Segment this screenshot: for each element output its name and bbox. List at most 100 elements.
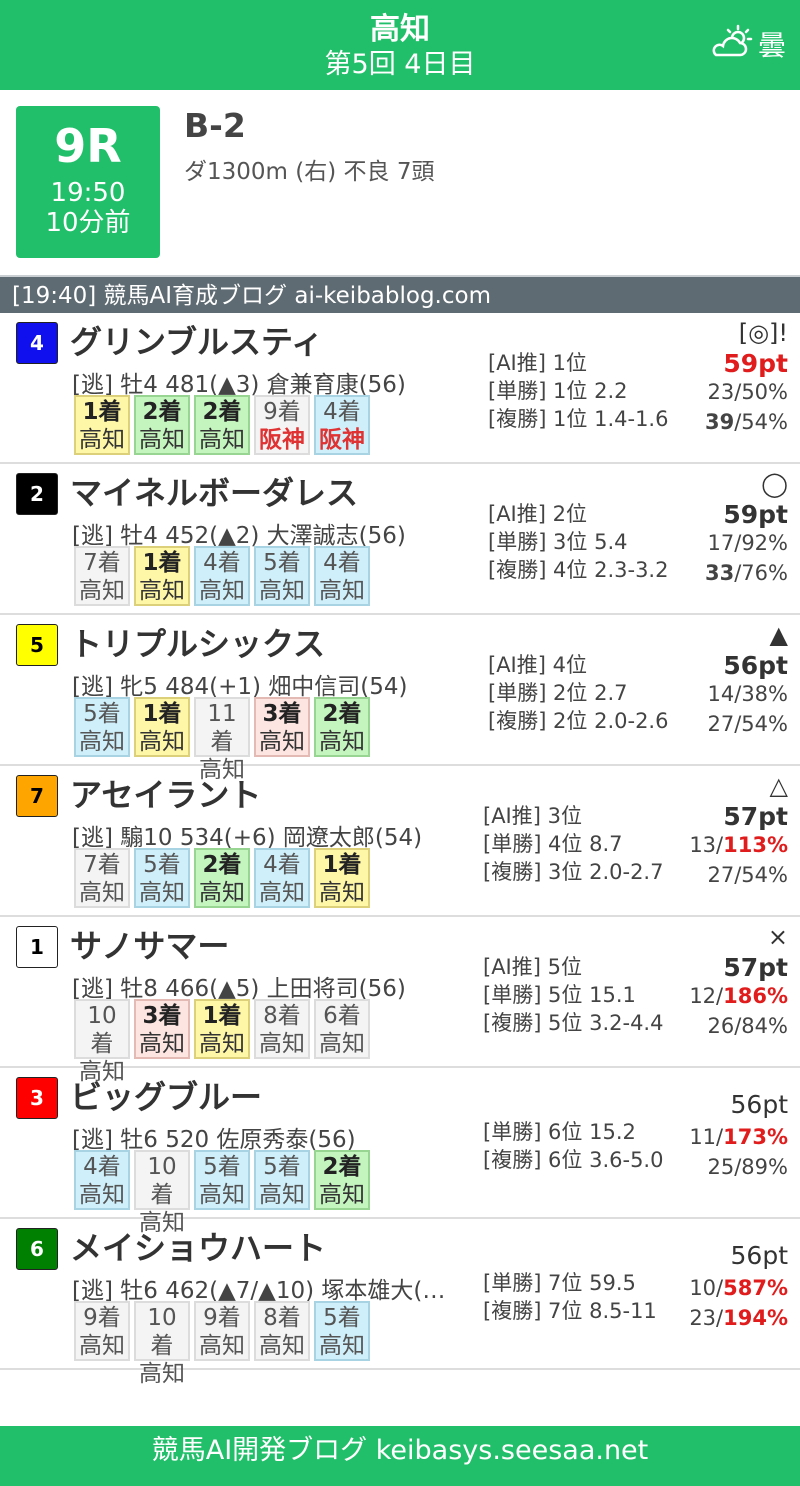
horse-name[interactable]: グリンブルスティ: [70, 317, 323, 363]
entry-row[interactable]: 3 ビッグブルー [逃] 牡6 520 佐原秀泰(56) 4着 高知 10着 高知 5着 高知 5…: [0, 1068, 800, 1236]
hit-count: 14/: [707, 682, 742, 706]
result-place: 4着: [323, 399, 361, 425]
horse-info: [逃] 牡4 481(▲3) 倉兼育康(56): [72, 372, 406, 398]
place-odds: [複勝] 6位 3.6-5.0: [483, 1148, 664, 1172]
horse-name[interactable]: マイネルボーダレス: [70, 468, 358, 514]
past-result: 1着 高知: [314, 848, 370, 908]
horse-name[interactable]: サノサマー: [70, 921, 229, 967]
hit-rate: 23/50%: [708, 380, 788, 404]
past-result: 1着 高知: [134, 697, 190, 757]
hit-rate: 17/92%: [708, 531, 788, 555]
ai-points: 57pt: [723, 953, 788, 982]
prediction-mark: ▲: [769, 621, 788, 649]
result-place: 4着: [83, 1154, 121, 1180]
result-place: 8着: [263, 1003, 301, 1029]
result-course: 高知: [139, 427, 185, 453]
place-return: 194%: [723, 1306, 788, 1330]
past-results: 5着 高知 1着 高知 11着 高知 3着 高知 2着 高知: [74, 697, 370, 783]
entry-row[interactable]: 1 サノサマー [逃] 牡8 466(▲5) 上田将司(56) 10着 高知 3着 高知 1着…: [0, 917, 800, 1085]
result-place: 3着: [262, 701, 302, 727]
hit-count: 10/: [689, 1276, 724, 1300]
place-return: /54%: [734, 410, 788, 434]
result-place: 11着: [207, 701, 237, 755]
waku-number: 6: [16, 1228, 58, 1270]
partly-cloudy-icon: [708, 24, 754, 64]
entry-row[interactable]: 5 トリプルシックス [逃] 牝5 484(+1) 畑中信司(54) 5着 高知 1着 高知…: [0, 615, 800, 783]
past-result: 3着 高知: [134, 999, 190, 1059]
result-place: 10着: [147, 1305, 177, 1359]
entry-row[interactable]: 4 グリンブルスティ [逃] 牡4 481(▲3) 倉兼育康(56) 1着 高知 2着 高知…: [0, 313, 800, 464]
horse-info: [逃] 牡6 520 佐原秀泰(56): [72, 1127, 356, 1153]
past-result: 2着 高知: [134, 395, 190, 455]
hit-rate: 13/113%: [689, 833, 788, 857]
horse-name[interactable]: ビッグブルー: [70, 1072, 262, 1118]
place-count: 27: [707, 712, 735, 736]
waku-number: 2: [16, 473, 58, 515]
horse-info: [逃] 騸10 534(+6) 岡遼太郎(54): [72, 825, 423, 851]
past-result: 7着 高知: [74, 848, 130, 908]
result-place: 5着: [203, 1154, 241, 1180]
horse-info: [逃] 牝5 484(+1) 畑中信司(54): [72, 674, 408, 700]
ai-points: 59pt: [723, 349, 788, 378]
result-place: 5着: [323, 1305, 361, 1331]
ai-points: 57pt: [723, 802, 788, 831]
app-header: 高知 第5回 4日目 曇: [0, 0, 800, 90]
past-result: 4着 高知: [314, 546, 370, 606]
horse-name[interactable]: メイショウハート: [70, 1223, 326, 1269]
hit-count: 11/: [689, 1125, 724, 1149]
entry-row[interactable]: 2 マイネルボーダレス [逃] 牡4 452(▲2) 大澤誠志(56) 7着 高知 1着高…: [0, 464, 800, 615]
prediction-mark: [◎]!: [738, 319, 788, 347]
place-count: 27: [707, 863, 735, 887]
result-course: 高知: [199, 880, 245, 906]
result-place: 5着: [263, 1154, 301, 1180]
result-course: 高知: [319, 1182, 365, 1208]
result-place: 9着: [263, 399, 301, 425]
place-return: /84%: [734, 1014, 788, 1038]
past-result: 6着 高知: [314, 999, 370, 1059]
result-place: 9着: [83, 1305, 121, 1331]
past-result: 11着 高知: [194, 697, 250, 783]
ai-rank: [AI推] 4位: [488, 653, 587, 677]
source-banner[interactable]: [19:40] 競馬AI育成ブログ ai-keibablog.com: [0, 275, 800, 313]
past-result: 10着 高知: [134, 1301, 190, 1387]
place-return: /54%: [734, 712, 788, 736]
result-place: 4着: [203, 550, 241, 576]
result-course: 高知: [259, 1333, 305, 1359]
past-result: 1着 高知: [74, 395, 130, 455]
result-course: 高知: [79, 729, 125, 755]
entry-row[interactable]: 6 メイショウハート [逃] 牡6 462(▲7/▲10) 塚本雄大(56) 9着 高知…: [0, 1219, 800, 1387]
footer-link[interactable]: 競馬AI開発ブログ keibasys.seesaa.net: [0, 1426, 800, 1486]
horse-name[interactable]: アセイラント: [70, 770, 261, 816]
horse-name[interactable]: トリプルシックス: [70, 619, 325, 665]
past-result: 7着 高知: [74, 546, 130, 606]
odds-block: [単勝] 7位 59.5 [複勝] 7位 8.5-11: [483, 1269, 657, 1325]
result-course: 高知: [79, 880, 125, 906]
ai-rank: [AI推] 1位: [488, 351, 587, 375]
prediction-mark: ◯: [761, 470, 788, 498]
win-odds: [単勝] 4位 8.7: [483, 832, 623, 856]
race-class: B-2: [184, 106, 246, 145]
return-rate: 173%: [723, 1125, 788, 1149]
result-course: 高知: [139, 1361, 185, 1387]
hit-rate: 11/173%: [689, 1125, 788, 1149]
result-place: 1着: [322, 852, 362, 878]
return-rate: 92%: [741, 531, 788, 555]
past-results: 4着 高知 10着 高知 5着 高知 5着 高知 2着 高知: [74, 1150, 370, 1236]
result-place: 1着: [202, 1003, 242, 1029]
result-place: 6着: [323, 1003, 361, 1029]
place-odds: [複勝] 2位 2.0-2.6: [488, 709, 669, 733]
win-odds: [単勝] 5位 15.1: [483, 983, 636, 1007]
result-place: 5着: [143, 852, 181, 878]
entry-row[interactable]: 7 アセイラント [逃] 騸10 534(+6) 岡遼太郎(54) 7着 高知 5着 高知 2…: [0, 766, 800, 917]
place-rate: 26/84%: [708, 1014, 789, 1038]
return-rate: 50%: [741, 380, 788, 404]
result-course: 高知: [199, 427, 245, 453]
result-course: 高知: [319, 880, 365, 906]
result-place: 1着: [142, 701, 182, 727]
result-course: 高知: [259, 1031, 305, 1057]
result-course: 高知: [79, 1182, 125, 1208]
result-course: 阪神: [259, 427, 305, 453]
past-results: 7着 高知 5着 高知 2着 高知 4着 高知 1着 高知: [74, 848, 370, 908]
result-course: 高知: [259, 1182, 305, 1208]
result-course: 高知: [139, 1031, 185, 1057]
